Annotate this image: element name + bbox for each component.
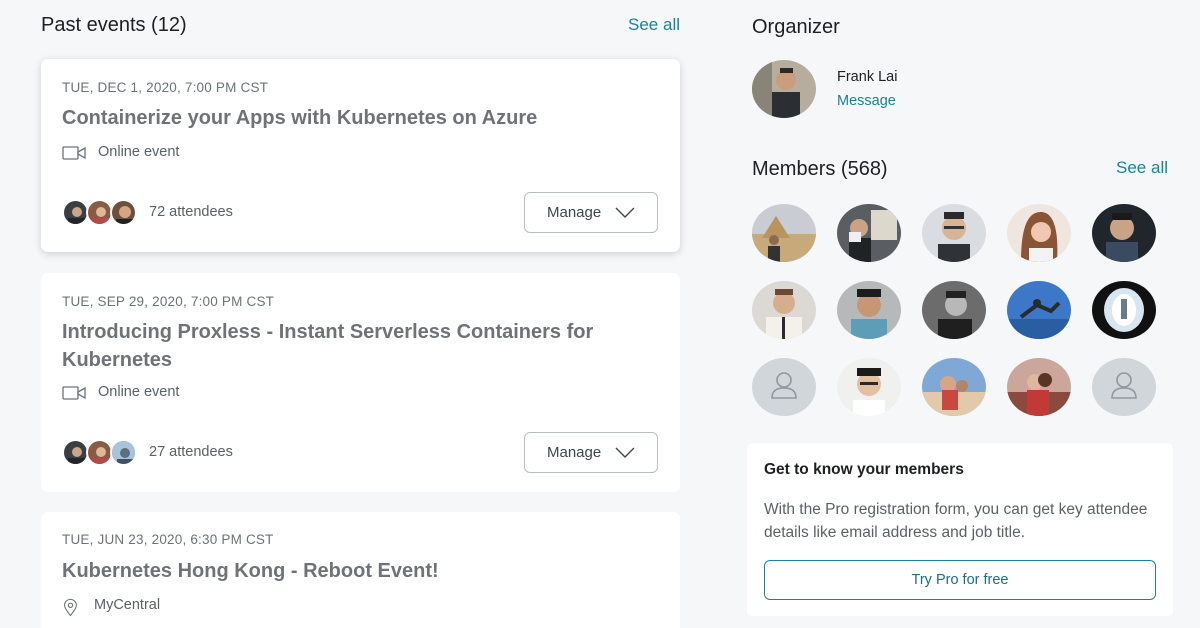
event-title[interactable]: Containerize your Apps with Kubernetes o… [62, 104, 662, 132]
member-avatar[interactable] [1092, 281, 1156, 339]
event-date: TUE, DEC 1, 2020, 7:00 PM CST [62, 80, 269, 95]
member-avatar[interactable] [752, 281, 816, 339]
attendee-avatar [110, 199, 137, 226]
pro-card-title: Get to know your members [764, 461, 964, 478]
manage-button-label: Manage [547, 204, 602, 221]
event-location-text: Online event [98, 144, 180, 160]
video-camera-icon [62, 146, 86, 160]
organizer-name[interactable]: Frank Lai [837, 69, 897, 85]
members-see-all-link[interactable]: See all [1116, 158, 1168, 178]
event-attendees[interactable]: 72 attendees [62, 199, 362, 227]
organizer-message-link[interactable]: Message [837, 93, 896, 109]
member-avatar[interactable] [1007, 281, 1071, 339]
attendee-avatar-stack [62, 199, 142, 227]
event-location-text: MyCentral [94, 597, 161, 613]
member-avatar[interactable] [837, 358, 901, 416]
member-avatar-placeholder[interactable] [1092, 358, 1156, 416]
event-date: TUE, SEP 29, 2020, 7:00 PM CST [62, 294, 275, 309]
try-pro-button[interactable]: Try Pro for free [764, 560, 1156, 600]
try-pro-button-label: Try Pro for free [911, 572, 1009, 588]
manage-button-label: Manage [547, 444, 602, 461]
member-avatar[interactable] [837, 281, 901, 339]
attendee-avatar [86, 439, 113, 466]
event-location-text: Online event [98, 384, 180, 400]
pro-card-body: With the Pro registration form, you can … [764, 501, 1148, 541]
attendee-avatar [62, 439, 89, 466]
map-pin-icon [63, 598, 77, 617]
manage-button[interactable]: Manage [524, 432, 658, 473]
past-events-header: Past events (12) See all [41, 14, 680, 40]
attendee-avatar [110, 439, 137, 466]
attendee-avatar-stack [62, 439, 142, 467]
member-avatar-placeholder[interactable] [752, 358, 816, 416]
chevron-down-icon [615, 207, 635, 218]
member-avatar[interactable] [922, 358, 986, 416]
event-card[interactable]: TUE, JUN 23, 2020, 6:30 PM CST Kubernete… [41, 512, 680, 628]
event-title[interactable]: Kubernetes Hong Kong - Reboot Event! [62, 557, 662, 585]
member-avatar[interactable] [1007, 204, 1071, 262]
sidebar: Organizer Frank Lai Message Members (568… [747, 0, 1173, 628]
member-avatar[interactable] [752, 204, 816, 262]
member-avatar[interactable] [922, 281, 986, 339]
video-camera-icon [62, 386, 86, 400]
past-events-title: Past events (12) [41, 14, 187, 36]
event-card[interactable]: TUE, SEP 29, 2020, 7:00 PM CST Introduci… [41, 273, 680, 492]
organizer-avatar[interactable] [752, 60, 816, 118]
event-card[interactable]: TUE, DEC 1, 2020, 7:00 PM CST Containeri… [41, 59, 680, 252]
chevron-down-icon [615, 447, 635, 458]
attendee-avatar [86, 199, 113, 226]
member-avatar[interactable] [1092, 204, 1156, 262]
organizer-title: Organizer [752, 16, 840, 38]
pro-upsell-card: Get to know your members With the Pro re… [747, 443, 1173, 616]
user-icon [1111, 372, 1137, 399]
past-events-see-all-link[interactable]: See all [628, 15, 680, 35]
manage-button[interactable]: Manage [524, 192, 658, 233]
member-avatar[interactable] [922, 204, 986, 262]
members-title: Members (568) [752, 158, 888, 180]
event-title[interactable]: Introducing Proxless - Instant Serverles… [62, 318, 662, 374]
member-avatar[interactable] [1007, 358, 1071, 416]
attendee-avatar [62, 199, 89, 226]
event-attendees[interactable]: 27 attendees [62, 439, 362, 467]
attendee-count: 27 attendees [149, 444, 233, 460]
user-icon [771, 372, 797, 399]
event-date: TUE, JUN 23, 2020, 6:30 PM CST [62, 532, 274, 547]
member-avatar[interactable] [837, 204, 901, 262]
attendee-count: 72 attendees [149, 204, 233, 220]
